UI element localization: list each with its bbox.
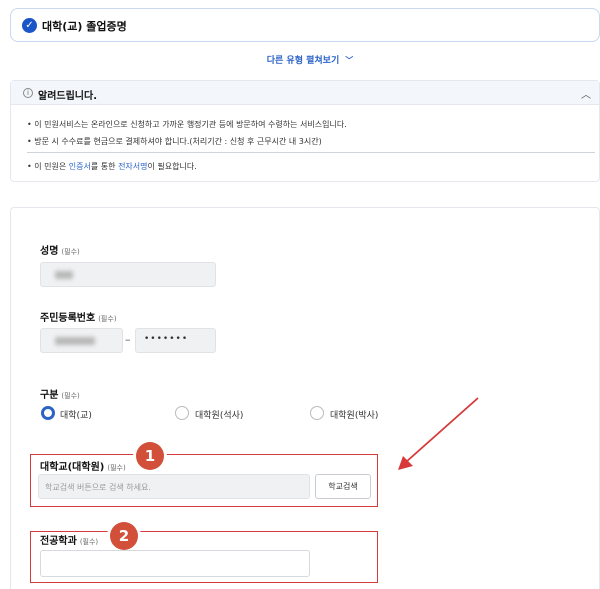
notice-line: • 방문 시 수수료를 현금으로 결제하셔야 합니다.(처리기간 : 신청 후 … xyxy=(27,137,322,146)
radio-label-university: 대학(교) xyxy=(60,411,92,421)
info-icon: i xyxy=(23,88,33,98)
name-label: 성명 (필수) xyxy=(40,242,80,257)
chevron-up-icon[interactable]: ︿ xyxy=(581,86,591,101)
rrn-dash: – xyxy=(125,333,131,346)
other-types-label: 다른 유형 펼쳐보기 xyxy=(266,56,340,66)
required-tag: (필수) xyxy=(79,538,99,546)
category-label-text: 구분 xyxy=(40,390,59,401)
expand-other-types-link[interactable]: 다른 유형 펼쳐보기 ﹀ xyxy=(0,53,600,66)
chevron-down-icon: ﹀ xyxy=(345,56,354,65)
rrn-back-value: ••••••• xyxy=(144,334,189,344)
notice-panel: i 알려드립니다. ︿ • 이 민원서비스는 온라인으로 신청하고 가까운 행정… xyxy=(10,80,600,182)
radio-doctorate[interactable] xyxy=(310,406,324,420)
name-label-text: 성명 xyxy=(40,246,59,257)
major-input[interactable] xyxy=(40,550,310,577)
school-search-button[interactable]: 학교검색 xyxy=(315,474,371,499)
required-tag: (필수) xyxy=(98,315,117,323)
cert-prefix: 이 민원은 xyxy=(34,162,69,171)
annotation-arrow-icon xyxy=(398,397,479,470)
annotation-badge-1: 1 xyxy=(136,442,164,470)
major-label-text: 전공학과 xyxy=(40,536,77,547)
rrn-back-field[interactable]: ••••••• xyxy=(135,328,216,353)
notice-line-text: 방문 시 수수료를 현금으로 결제하셔야 합니다.(처리기간 : 신청 후 근무… xyxy=(34,137,322,146)
notice-line: • 이 민원서비스는 온라인으로 신청하고 가까운 행정기관 등에 방문하여 수… xyxy=(27,120,347,129)
rrn-front-field[interactable] xyxy=(40,328,123,353)
required-tag: (필수) xyxy=(61,392,80,400)
school-label: 대학교(대학원) (필수) xyxy=(40,458,126,473)
category-label: 구분 (필수) xyxy=(40,386,80,401)
rrn-label: 주민등록번호 (필수) xyxy=(40,309,117,324)
certificate-notice: • 이 민원은 인증서를 통한 전자서명이 필요합니다. xyxy=(27,162,197,171)
arrow-shaft xyxy=(405,397,479,463)
service-title: 대학(교) 졸업증명 xyxy=(42,20,127,33)
rrn-label-text: 주민등록번호 xyxy=(40,313,96,324)
radio-label-masters: 대학원(석사) xyxy=(195,411,244,421)
cert-suffix: 이 필요합니다. xyxy=(147,162,197,171)
radio-university[interactable] xyxy=(41,406,55,420)
annotation-badge-2: 2 xyxy=(110,522,138,550)
cert-mid: 를 통한 xyxy=(90,162,119,171)
required-tag: (필수) xyxy=(107,464,126,472)
notice-title: 알려드립니다. xyxy=(38,91,97,102)
radio-masters[interactable] xyxy=(175,406,189,420)
check-circle-icon: ✓ xyxy=(22,18,37,33)
selected-service-bar[interactable]: ✓ 대학(교) 졸업증명 xyxy=(10,8,600,42)
masked-rrn-front xyxy=(55,337,95,345)
radio-label-doctorate: 대학원(박사) xyxy=(330,411,379,421)
notice-line-text: 이 민원서비스는 온라인으로 신청하고 가까운 행정기관 등에 방문하여 수령하… xyxy=(34,120,347,129)
school-input[interactable]: 학교검색 버튼으로 검색 하세요. xyxy=(38,474,310,499)
notice-header[interactable]: i 알려드립니다. ︿ xyxy=(11,81,599,105)
name-field[interactable] xyxy=(40,262,216,287)
notice-divider xyxy=(27,152,595,153)
e-signature-link[interactable]: 전자서명 xyxy=(118,162,147,171)
major-label: 전공학과 (필수) xyxy=(40,532,98,547)
required-tag: (필수) xyxy=(61,248,80,256)
masked-name xyxy=(55,271,73,279)
school-label-text: 대학교(대학원) xyxy=(40,462,105,473)
certificate-link[interactable]: 인증서 xyxy=(69,162,91,171)
